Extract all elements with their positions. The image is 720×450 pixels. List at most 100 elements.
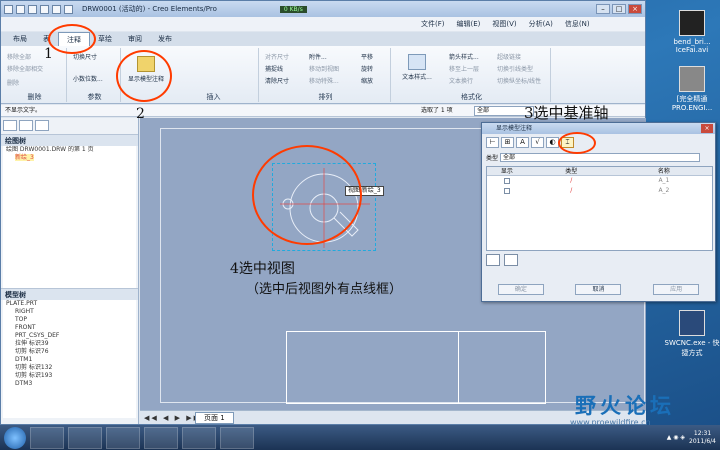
selection-count: 选取了 1 项 [421, 107, 453, 114]
toggle-ordinate-button[interactable]: 切换纵坐标/线性 [497, 76, 541, 85]
model-tree-tab-icon[interactable] [3, 120, 17, 131]
delete-button[interactable]: 删除 [7, 78, 19, 87]
apply-button[interactable]: 应用 [653, 284, 700, 295]
menu-view[interactable]: 视图(V) [492, 19, 516, 29]
tab-review[interactable]: 审阅 [120, 32, 150, 46]
text-style-icon [408, 54, 426, 70]
move-special-button[interactable]: 移动特殊... [309, 76, 339, 85]
annotation-step-4-note: （选中后视图外有点线框） [246, 282, 403, 297]
ribbon-group-format: 文本样式... 箭头样式... 移至上一层 文本换行 超级链接 切换引线类型 切… [393, 48, 551, 102]
desktop-icon-doc[interactable]: [完全精通 PRO.ENGI... [664, 66, 720, 112]
decimal-places-button[interactable]: 小数位数... [73, 74, 103, 83]
annotation-step-4: 4选中视图 [230, 261, 295, 277]
align-dimension-button[interactable]: 对齐尺寸 [265, 52, 289, 61]
tree-item[interactable]: 切剪 标识132 [3, 364, 136, 372]
note-tab-icon[interactable]: A [516, 137, 529, 148]
annotation-ring-tab [48, 24, 96, 54]
taskbar-creo-icon[interactable] [182, 426, 216, 449]
tree-item[interactable]: 切剪 标识76 [3, 348, 136, 356]
menu-edit[interactable]: 编辑(E) [457, 19, 481, 29]
dialog-actions: 确定 取消 应用 [482, 284, 715, 295]
close-window-icon[interactable] [64, 4, 73, 14]
favorites-tab-icon[interactable] [35, 120, 49, 131]
maximize-button[interactable]: □ [612, 4, 626, 14]
move-up-layer-button[interactable]: 移至上一层 [449, 64, 479, 73]
tree-item[interactable]: FRONT [3, 324, 136, 332]
tree-item[interactable]: RIGHT [3, 308, 136, 316]
model-tree-header[interactable]: 模型树 [1, 288, 138, 300]
clean-dimension-button[interactable]: 清除尺寸 [265, 76, 289, 85]
tree-item[interactable]: 拉伸 标识39 [3, 340, 136, 348]
show-checkbox[interactable] [503, 187, 510, 194]
save-icon[interactable] [28, 4, 37, 14]
tray-icons[interactable]: ▲ ◉ ◈ [667, 434, 685, 441]
button-label: 文本样式... [402, 74, 432, 81]
tab-publish[interactable]: 发布 [150, 32, 180, 46]
taskbar-app-icon[interactable] [220, 426, 254, 449]
minimize-button[interactable]: – [596, 4, 610, 14]
translate-button[interactable]: 平移 [361, 52, 373, 61]
hyperlink-button[interactable]: 超级链接 [497, 52, 521, 61]
tree-item[interactable]: PLATE.PRT [3, 300, 136, 308]
taskbar-media-icon[interactable] [144, 426, 178, 449]
tree-item[interactable]: 绘图 DRW0001.DRW 的第 1 页 [3, 146, 136, 154]
dimension-tab-icon[interactable]: ⊢ [486, 137, 499, 148]
tree-item[interactable]: PRT_CSYS_DEF [3, 332, 136, 340]
drawing-tree-header[interactable]: 绘图树 [1, 134, 138, 146]
surface-finish-tab-icon[interactable]: √ [531, 137, 544, 148]
remove-all-button[interactable]: 移除全部 [7, 52, 31, 61]
ok-button[interactable]: 确定 [497, 284, 544, 295]
close-button[interactable]: × [628, 4, 642, 14]
snap-line-button[interactable]: 捕捉线 [265, 64, 283, 73]
remove-all-cross-button[interactable]: 移除全部相交 [7, 64, 43, 73]
folder-browser-tab-icon[interactable] [19, 120, 33, 131]
new-file-icon[interactable] [4, 4, 13, 14]
menu-analysis[interactable]: 分析(A) [529, 19, 553, 29]
gtol-tab-icon[interactable]: ⊞ [501, 137, 514, 148]
taskbar-qq-icon[interactable] [68, 426, 102, 449]
undo-icon[interactable] [40, 4, 49, 14]
tree-item[interactable]: 切剪 标识193 [3, 372, 136, 380]
desktop-icon-shortcut[interactable]: SWCNC.exe - 快捷方式 [664, 310, 720, 358]
select-all-icon[interactable] [486, 254, 500, 266]
clock[interactable]: 12:31 2011/6/4 [689, 430, 716, 446]
shortcut-icon [679, 310, 705, 336]
arrow-style-button[interactable]: 箭头样式... [449, 52, 479, 61]
desktop-icon-video[interactable]: bend_bri... IceFai.avi [664, 10, 720, 54]
tree-item-view[interactable]: 新绘_3 [3, 154, 136, 162]
text-style-button[interactable]: 文本样式... [397, 54, 437, 81]
menu-bar: 文件(F) 编辑(E) 视图(V) 分析(A) 信息(N) [1, 17, 645, 31]
cancel-button[interactable]: 取消 [575, 284, 622, 295]
tab-layout[interactable]: 布局 [5, 32, 35, 46]
table-row[interactable]: / A_1 [487, 176, 712, 186]
start-button[interactable] [4, 426, 26, 449]
desktop-icon-label: SWCNC.exe - 快捷方式 [664, 339, 720, 357]
type-select[interactable]: 全部 [500, 153, 701, 162]
page-tab[interactable]: 页面 1 [195, 412, 234, 424]
redo-icon[interactable] [52, 4, 61, 14]
taskbar-ie-icon[interactable] [30, 426, 64, 449]
attach-button[interactable]: 附件... [309, 52, 327, 61]
text-wrap-button[interactable]: 文本换行 [449, 76, 473, 85]
column-header: 显示 [500, 168, 513, 175]
open-file-icon[interactable] [16, 4, 25, 14]
deselect-all-icon[interactable] [504, 254, 518, 266]
tree-item[interactable]: DTM3 [3, 380, 136, 388]
move-to-view-button[interactable]: 移动到视图 [309, 64, 339, 73]
annotation-step-2: 2 [136, 106, 145, 122]
menu-info[interactable]: 信息(N) [565, 19, 590, 29]
tree-item[interactable]: DTM1 [3, 356, 136, 364]
dialog-close-button[interactable]: × [701, 124, 713, 133]
table-row[interactable]: / A_2 [487, 186, 712, 196]
taskbar-explorer-icon[interactable] [106, 426, 140, 449]
annotation-ring-button [116, 50, 172, 102]
network-speed: 0 KB/s [279, 5, 307, 13]
column-header: 类型 [565, 168, 578, 175]
tree-item[interactable]: TOP [3, 316, 136, 324]
rotate-button[interactable]: 旋转 [361, 64, 373, 73]
show-checkbox[interactable] [503, 177, 510, 184]
page-nav-buttons[interactable]: ◀◀ ◀ ▶ ▶▶ [144, 411, 201, 425]
scale-button[interactable]: 缩放 [361, 76, 373, 85]
menu-file[interactable]: 文件(F) [421, 19, 445, 29]
toggle-leader-button[interactable]: 切换引线类型 [497, 64, 533, 73]
